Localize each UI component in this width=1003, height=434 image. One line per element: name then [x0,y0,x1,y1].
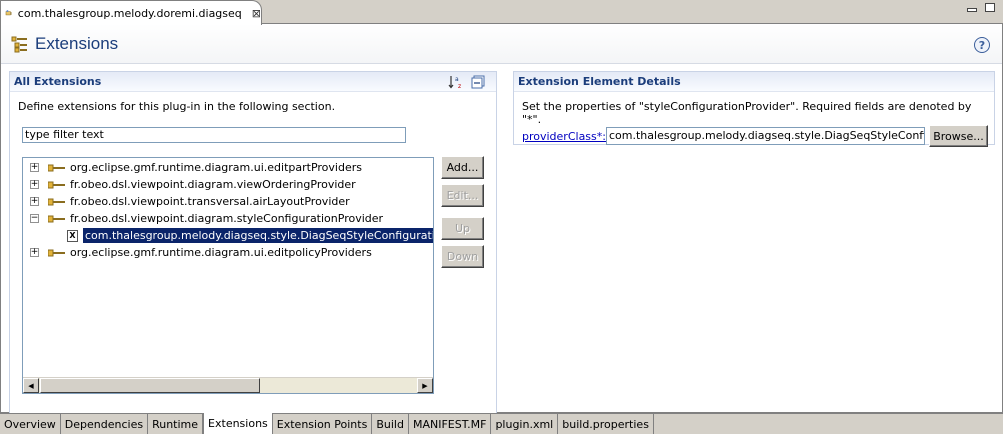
tree-item-label: com.thalesgroup.melody.diagseq.style.Dia… [83,228,433,243]
page-title: Extensions [35,33,119,53]
tab-build[interactable]: Build [372,414,409,434]
tab-plugin-xml[interactable]: plugin.xml [491,414,559,434]
tree-row[interactable]: + fr.obeo.dsl.viewpoint.diagram.viewOrde… [23,176,356,193]
help-icon[interactable]: ? [974,37,990,53]
tree-row[interactable]: + org.eclipse.gmf.runtime.diagram.ui.edi… [23,159,362,176]
expand-icon[interactable]: + [30,197,39,206]
expand-icon[interactable]: + [30,180,39,189]
tab-runtime[interactable]: Runtime [148,414,204,434]
section-title: All Extensions [14,75,102,88]
tab-overview[interactable]: Overview [0,414,61,434]
browse-button[interactable]: Browse... [929,125,988,147]
editor-tab-title: com.thalesgroup.melody.doremi.diagseq [17,6,242,20]
tab-manifest[interactable]: MANIFEST.MF [408,414,492,434]
horizontal-scrollbar[interactable]: ◀ ▶ [23,377,433,393]
plugin-icon [5,10,12,16]
section-toolbar: a z [448,75,486,89]
page-tabs: Overview Dependencies Runtime Extensions… [0,413,1003,434]
tree-item-label: fr.obeo.dsl.viewpoint.diagram.styleConfi… [70,212,384,225]
tree-item-label: fr.obeo.dsl.viewpoint.diagram.viewOrderi… [70,178,356,191]
all-extensions-description: Define extensions for this plug-in in th… [18,100,336,113]
svg-text:z: z [458,83,461,89]
down-button[interactable]: Down [441,245,484,268]
editor-tab[interactable]: com.thalesgroup.melody.doremi.diagseq ⊠ [0,0,262,25]
sort-icon[interactable]: a z [448,75,464,89]
editor-tabbar: com.thalesgroup.melody.doremi.diagseq ⊠ [0,0,1003,25]
tree-row[interactable]: + org.eclipse.gmf.runtime.diagram.ui.edi… [23,244,372,261]
extension-icon [48,164,65,171]
provider-class-link[interactable]: providerClass*: [522,130,606,143]
filter-input[interactable]: type filter text [22,127,406,143]
extension-icon [48,181,65,188]
extensions-icon [11,36,27,52]
section-title: Extension Element Details [518,75,681,88]
all-extensions-section: All Extensions a z Define extensions for… [9,71,497,414]
extension-icon [48,215,65,222]
expand-icon[interactable]: + [30,163,39,172]
edit-button[interactable]: Edit... [441,184,484,207]
extensions-page: Extensions ? All Extensions a z Define e… [0,24,1003,414]
collapse-all-icon[interactable] [470,75,486,89]
maximize-icon[interactable] [985,3,995,12]
scroll-left-icon[interactable]: ◀ [23,378,39,393]
collapse-icon[interactable]: − [30,214,39,223]
extensions-tree[interactable]: + org.eclipse.gmf.runtime.diagram.ui.edi… [22,157,434,394]
extension-icon [48,249,65,256]
expand-icon[interactable]: + [30,248,39,257]
tab-extensions[interactable]: Extensions [203,413,273,434]
tab-build-properties[interactable]: build.properties [558,414,654,434]
form-header: Extensions ? [1,24,1002,64]
tab-dependencies[interactable]: Dependencies [60,414,149,434]
scroll-thumb[interactable] [40,378,260,393]
scroll-right-icon[interactable]: ▶ [417,378,433,393]
tab-extension-points[interactable]: Extension Points [272,414,373,434]
tree-row-selected[interactable]: X com.thalesgroup.melody.diagseq.style.D… [23,227,433,244]
provider-class-field[interactable]: com.thalesgroup.melody.diagseq.style.Dia… [606,127,925,145]
window-controls [967,3,995,12]
tree-item-label: org.eclipse.gmf.runtime.diagram.ui.editp… [70,246,372,259]
close-icon[interactable]: ⊠ [252,8,261,19]
element-icon: X [67,229,78,242]
element-details-section: Extension Element Details Set the proper… [513,71,995,147]
details-description: Set the properties of "styleConfiguratio… [522,100,972,126]
element-details-header: Extension Element Details [514,72,994,92]
minimize-icon[interactable] [967,8,977,12]
tree-row[interactable]: + fr.obeo.dsl.viewpoint.transversal.airL… [23,193,350,210]
plugin-editor: com.thalesgroup.melody.doremi.diagseq ⊠ … [0,0,1003,434]
all-extensions-header: All Extensions [10,72,496,92]
tree-row[interactable]: − fr.obeo.dsl.viewpoint.diagram.styleCon… [23,210,383,227]
svg-text:a: a [455,76,459,83]
add-button[interactable]: Add... [441,156,484,179]
extension-icon [48,198,65,205]
up-button[interactable]: Up [441,217,484,240]
tree-item-label: org.eclipse.gmf.runtime.diagram.ui.editp… [70,161,362,174]
tree-item-label: fr.obeo.dsl.viewpoint.transversal.airLay… [70,195,350,208]
